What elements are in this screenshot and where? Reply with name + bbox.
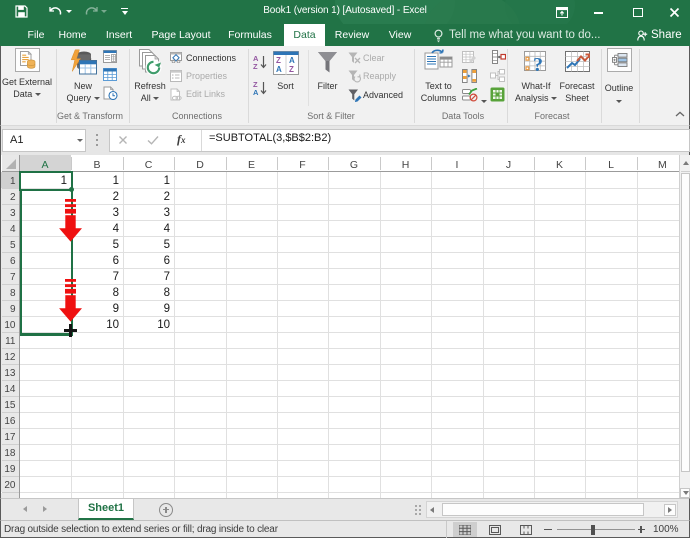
svg-text:A: A [276,65,282,74]
svg-text:?: ? [533,54,543,76]
svg-text:A: A [253,88,259,97]
svg-text:A: A [289,56,295,65]
svg-text:Z: Z [289,65,294,74]
svg-text:Z: Z [276,56,281,65]
svg-text:Z: Z [253,62,258,71]
